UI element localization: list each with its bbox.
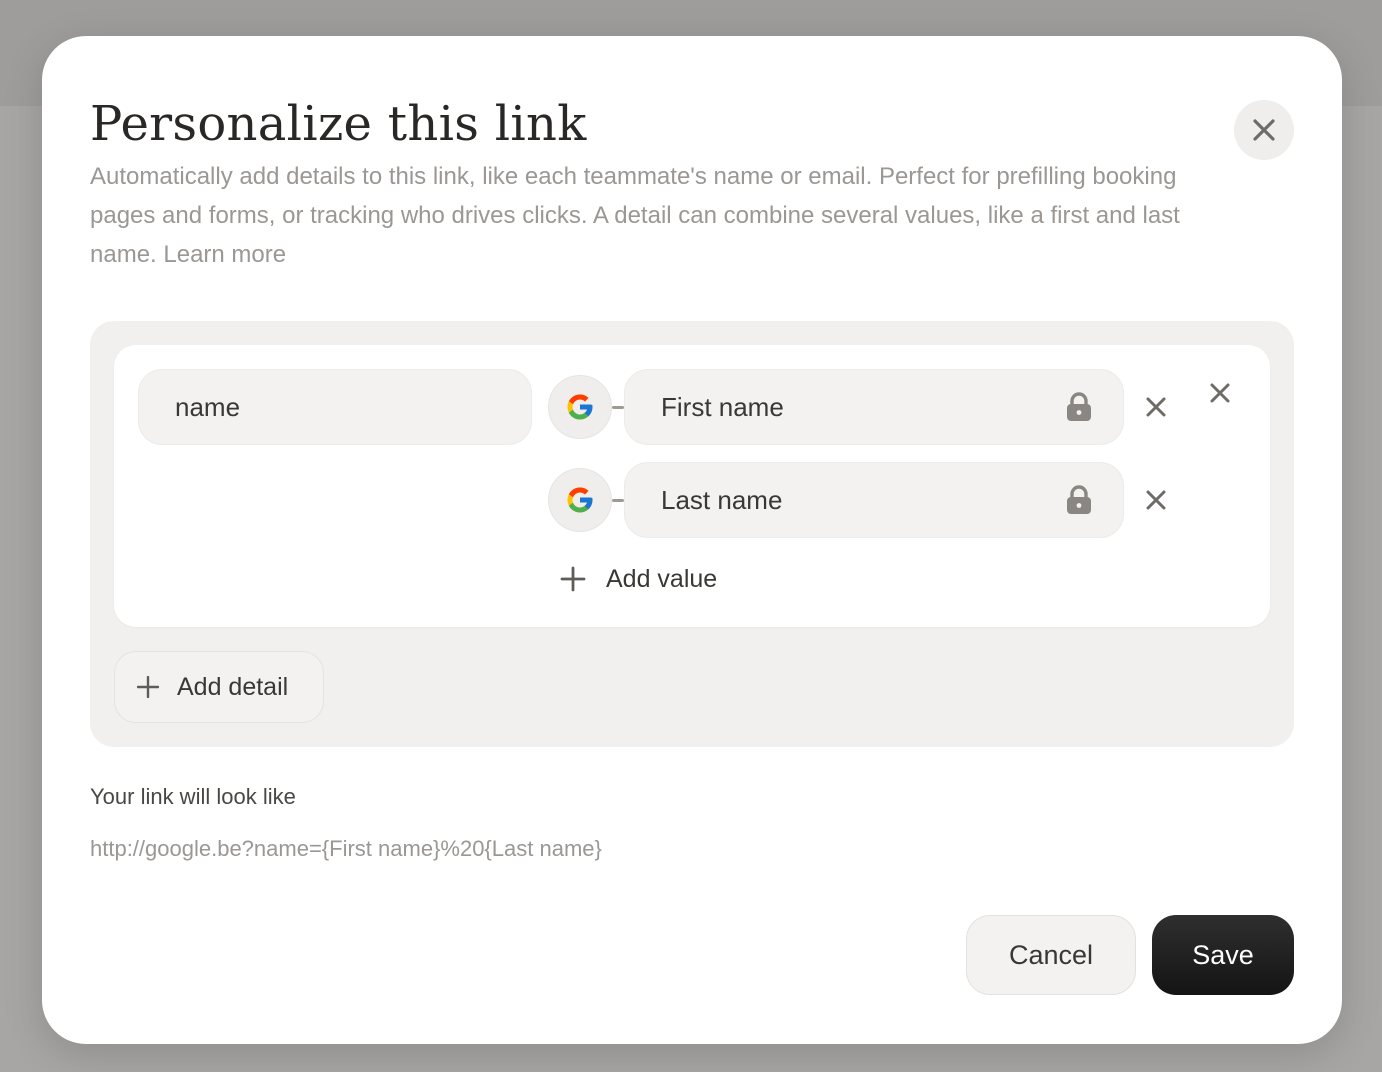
value-row: Last name xyxy=(548,462,1248,540)
preview-title: Your link will look like xyxy=(90,784,296,809)
close-icon xyxy=(1146,397,1166,417)
details-panel: First name xyxy=(90,321,1294,747)
remove-value-button[interactable] xyxy=(1140,484,1172,516)
modal-title: Personalize this link xyxy=(90,96,587,152)
add-value-label: Add value xyxy=(606,564,718,593)
connector-line xyxy=(612,499,624,502)
value-field-first-name[interactable]: First name xyxy=(624,369,1124,445)
detail-name-input[interactable] xyxy=(138,369,532,445)
plus-icon xyxy=(560,566,586,592)
save-button[interactable]: Save xyxy=(1152,915,1294,995)
cancel-button[interactable]: Cancel xyxy=(966,915,1136,995)
remove-detail-button[interactable] xyxy=(1204,377,1236,409)
plus-icon xyxy=(137,676,159,698)
learn-more-link[interactable]: Learn more xyxy=(163,241,286,268)
value-label: First name xyxy=(661,392,784,422)
value-row: First name xyxy=(548,369,1248,447)
connector-line xyxy=(612,406,624,409)
detail-card: First name xyxy=(114,345,1270,627)
lock-icon xyxy=(1067,485,1091,514)
preview-url: http://google.be?name={First name}%20{La… xyxy=(90,836,602,861)
close-icon xyxy=(1253,119,1275,141)
google-icon xyxy=(567,487,593,513)
modal-description: Automatically add details to this link, … xyxy=(90,157,1240,274)
source-badge[interactable] xyxy=(548,375,612,439)
add-value-button[interactable]: Add value xyxy=(560,559,717,599)
value-label: Last name xyxy=(661,485,783,515)
source-badge[interactable] xyxy=(548,468,612,532)
remove-value-button[interactable] xyxy=(1140,391,1172,423)
close-icon xyxy=(1210,383,1230,403)
add-detail-button[interactable]: Add detail xyxy=(114,651,324,723)
personalize-link-modal: Personalize this link Automatically add … xyxy=(42,36,1342,1044)
value-field-last-name[interactable]: Last name xyxy=(624,462,1124,538)
close-icon xyxy=(1146,490,1166,510)
lock-icon xyxy=(1067,392,1091,421)
google-icon xyxy=(567,394,593,420)
close-modal-button[interactable] xyxy=(1234,100,1294,160)
add-detail-label: Add detail xyxy=(177,672,289,701)
